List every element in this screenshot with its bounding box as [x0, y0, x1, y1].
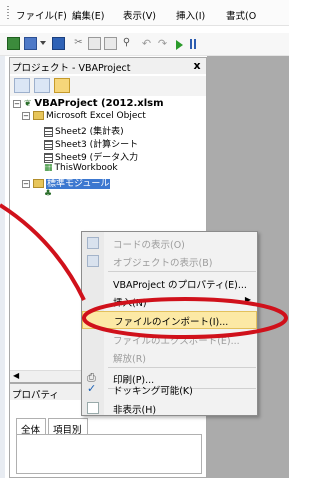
annotation-overlay	[0, 203, 288, 339]
annotation-line	[0, 203, 86, 301]
annotation-ellipse	[82, 297, 288, 339]
